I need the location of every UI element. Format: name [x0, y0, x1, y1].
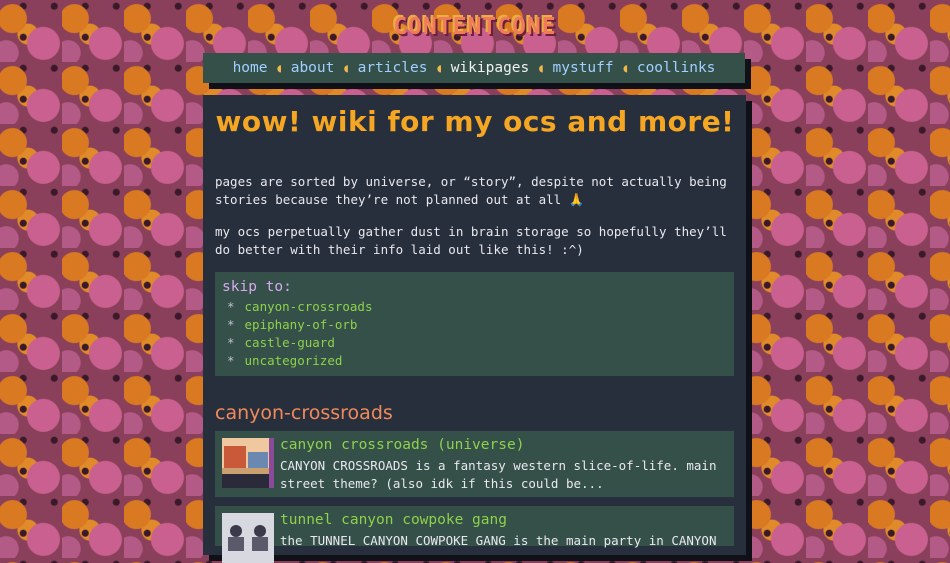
site-logo[interactable]: CONTENTCONE [384, 12, 566, 42]
bullet-icon: * [227, 299, 235, 314]
skip-link-canyon-crossroads[interactable]: * canyon-crossroads [227, 299, 372, 314]
nav-separator-icon: ◖ [621, 61, 629, 75]
bullet-icon: * [227, 317, 235, 332]
nav-home[interactable]: home [227, 60, 274, 76]
wiki-card[interactable]: canyon crossroads (universe) CANYON CROS… [215, 431, 734, 497]
card-thumbnail [222, 438, 274, 488]
bullet-icon: * [227, 353, 235, 368]
nav-about[interactable]: about [285, 60, 341, 76]
skip-to-title: skip to: [222, 279, 292, 295]
nav-separator-icon: ◖ [275, 61, 283, 75]
card-description: the TUNNEL CANYON COWPOKE GANG is the ma… [280, 533, 717, 548]
card-title[interactable]: canyon crossroads (universe) [280, 437, 524, 453]
nav-separator-icon: ◖ [435, 61, 443, 75]
skip-link-epiphany-of-orb[interactable]: * epiphany-of-orb [227, 317, 357, 332]
bullet-icon: * [227, 335, 235, 350]
card-title[interactable]: tunnel canyon cowpoke gang [280, 512, 507, 528]
nav-separator-icon: ◖ [537, 61, 545, 75]
nav-coollinks[interactable]: coollinks [631, 60, 722, 76]
nav-articles[interactable]: articles [352, 60, 434, 76]
skip-link-castle-guard[interactable]: * castle-guard [227, 335, 335, 350]
intro-paragraph: my ocs perpetually gather dust in brain … [215, 224, 727, 257]
nav-wikipages[interactable]: wikipages [445, 60, 536, 76]
section-heading: canyon-crossroads [215, 402, 393, 424]
skip-link-uncategorized[interactable]: * uncategorized [227, 353, 342, 368]
page-title: wow! wiki for my ocs and more! [215, 105, 735, 138]
card-thumbnail [222, 513, 274, 563]
card-description: CANYON CROSSROADS is a fantasy western s… [280, 458, 717, 491]
nav-separator-icon: ◖ [342, 61, 350, 75]
skip-to-box: skip to: * canyon-crossroads * epiphany-of… [215, 272, 734, 376]
intro-paragraph: pages are sorted by universe, or “story”… [215, 174, 727, 207]
main-nav: home ◖ about ◖ articles ◖ wikipages ◖ my… [203, 53, 745, 83]
nav-mystuff[interactable]: mystuff [547, 60, 620, 76]
wiki-card[interactable]: tunnel canyon cowpoke gang the TUNNEL CA… [215, 506, 734, 563]
